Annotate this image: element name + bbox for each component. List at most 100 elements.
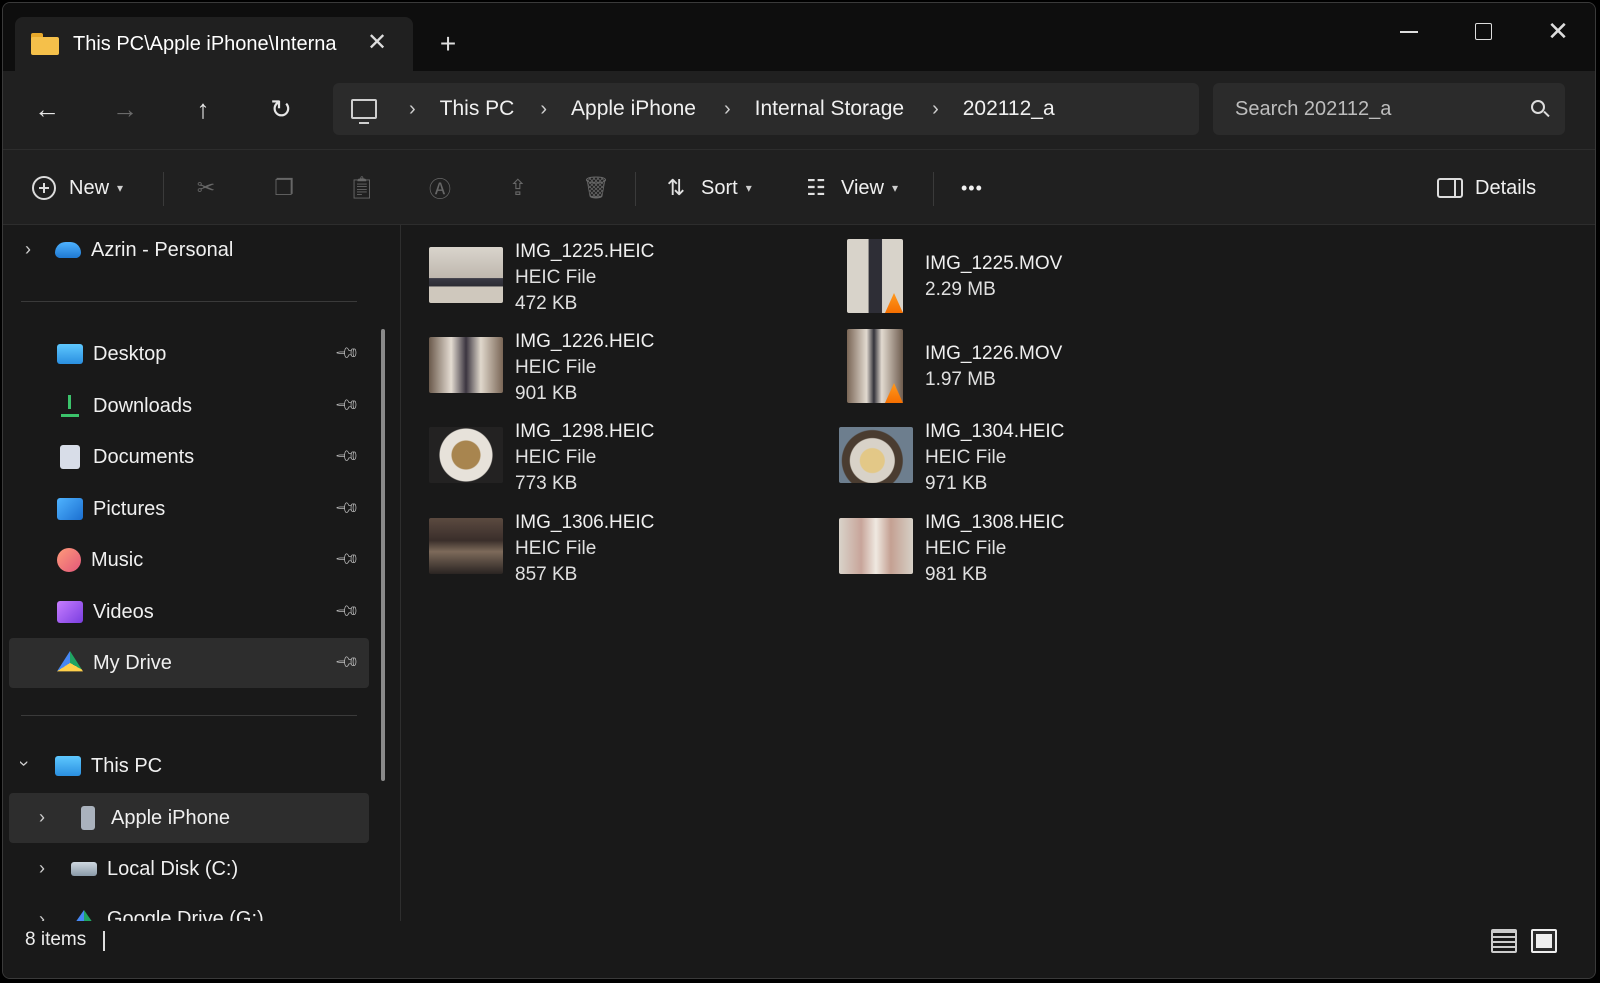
breadcrumb-current-folder[interactable]: 202112_a xyxy=(963,97,1055,121)
separator xyxy=(933,172,934,206)
new-tab-button[interactable]: + xyxy=(433,29,463,59)
list-item[interactable]: IMG_1308.HEIC HEIC File 981 KB xyxy=(839,510,1239,596)
search-input[interactable] xyxy=(1213,83,1513,135)
chevron-right-icon[interactable]: › xyxy=(932,98,939,121)
sidebar-item-google-drive[interactable]: Google Drive (G:) xyxy=(9,896,369,922)
view-button[interactable]: ☷ View ▾ xyxy=(803,168,898,208)
pin-icon[interactable]: 📌︎ xyxy=(333,494,362,523)
pin-icon[interactable]: 📌︎ xyxy=(333,545,362,574)
file-size: 971 KB xyxy=(925,473,988,494)
refresh-button[interactable]: ↻ xyxy=(259,89,303,129)
sidebar-item-desktop[interactable]: Desktop 📌︎ xyxy=(9,329,369,379)
chevron-right-icon[interactable]: › xyxy=(724,98,731,121)
pin-icon[interactable]: 📌︎ xyxy=(333,339,362,368)
chevron-right-icon[interactable]: › xyxy=(540,98,547,121)
sidebar-item-music[interactable]: Music 📌︎ xyxy=(9,535,369,585)
tab-close-icon[interactable]: ✕ xyxy=(363,29,391,57)
rename-button[interactable]: Ⓐ xyxy=(427,168,453,208)
list-item[interactable]: IMG_1306.HEIC HEIC File 857 KB xyxy=(429,510,829,596)
file-name: IMG_1304.HEIC xyxy=(925,421,1065,442)
copy-button[interactable]: ❐ xyxy=(271,168,297,208)
close-window-button[interactable]: ✕ xyxy=(1538,13,1578,49)
share-icon: ⇪ xyxy=(508,175,528,200)
share-button[interactable]: ⇪ xyxy=(505,168,531,208)
breadcrumb-apple-iphone[interactable]: Apple iPhone xyxy=(571,97,696,121)
details-view-icon[interactable] xyxy=(1491,929,1517,953)
forward-button[interactable]: → xyxy=(103,89,147,129)
details-pane-button[interactable]: Details xyxy=(1437,168,1536,208)
separator xyxy=(163,172,164,206)
downloads-icon xyxy=(57,395,83,417)
sidebar-item-pictures[interactable]: Pictures 📌︎ xyxy=(9,484,369,534)
pin-icon[interactable]: 📌︎ xyxy=(333,442,362,471)
file-explorer-window: This PC\Apple iPhone\Interna ✕ + ✕ ← → ↑… xyxy=(2,2,1596,979)
large-icons-view-icon[interactable] xyxy=(1531,929,1557,953)
chevron-down-icon: ▾ xyxy=(745,181,752,195)
pictures-icon xyxy=(57,498,83,520)
title-bar: This PC\Apple iPhone\Interna ✕ + ✕ xyxy=(3,3,1595,71)
tab-title: This PC\Apple iPhone\Interna xyxy=(73,32,337,55)
sidebar-item-videos[interactable]: Videos 📌︎ xyxy=(9,587,369,637)
disk-icon xyxy=(71,862,97,876)
desktop-icon xyxy=(57,344,83,364)
sidebar-item-local-disk[interactable]: Local Disk (C:) xyxy=(9,844,369,894)
rename-icon: Ⓐ xyxy=(428,177,451,202)
file-list[interactable]: IMG_1225.HEIC HEIC File 472 KB IMG_1225.… xyxy=(403,225,1595,921)
computer-icon[interactable] xyxy=(351,99,377,124)
maximize-button[interactable] xyxy=(1463,13,1503,49)
paste-button[interactable]: 📋︎ xyxy=(348,168,376,208)
delete-button[interactable]: 🗑︎ xyxy=(582,168,610,208)
breadcrumb-this-pc[interactable]: This PC xyxy=(440,97,515,121)
divider xyxy=(21,301,357,302)
breadcrumb-internal-storage[interactable]: Internal Storage xyxy=(755,97,904,121)
copy-icon: ❐ xyxy=(274,175,294,200)
cut-button[interactable]: ✂ xyxy=(193,168,219,208)
this-pc-icon xyxy=(55,756,81,776)
more-options-button[interactable]: ••• xyxy=(961,168,983,208)
sort-icon: ⇅ xyxy=(666,175,686,200)
new-button[interactable]: New ▾ xyxy=(31,168,123,208)
sidebar-item-label: Music xyxy=(91,548,144,571)
music-icon xyxy=(57,548,81,572)
list-item[interactable]: IMG_1226.MOV 1.97 MB xyxy=(847,329,1247,415)
file-type: HEIC File xyxy=(515,267,597,288)
file-type: HEIC File xyxy=(925,447,1007,468)
chevron-right-icon[interactable]: › xyxy=(409,98,416,121)
list-item[interactable]: IMG_1225.HEIC HEIC File 472 KB xyxy=(429,239,829,325)
list-item[interactable]: IMG_1226.HEIC HEIC File 901 KB xyxy=(429,329,829,415)
sort-button[interactable]: ⇅ Sort ▾ xyxy=(663,168,752,208)
list-item[interactable]: IMG_1298.HEIC HEIC File 773 KB xyxy=(429,419,829,505)
view-button-label: View xyxy=(841,176,884,199)
chevron-right-icon[interactable]: › xyxy=(39,909,45,921)
search-icon[interactable] xyxy=(1531,100,1545,114)
list-item[interactable]: IMG_1304.HEIC HEIC File 971 KB xyxy=(839,419,1239,505)
sidebar-item-onedrive[interactable]: Azrin - Personal xyxy=(55,225,365,275)
sidebar-item-apple-iphone[interactable]: Apple iPhone xyxy=(9,793,369,843)
chevron-right-icon[interactable]: › xyxy=(39,858,45,879)
pin-icon[interactable]: 📌︎ xyxy=(333,597,362,626)
file-size: 901 KB xyxy=(515,383,578,404)
pin-icon[interactable]: 📌︎ xyxy=(333,648,362,677)
minimize-button[interactable] xyxy=(1389,13,1429,49)
chevron-right-icon[interactable]: › xyxy=(25,239,31,260)
sidebar-item-my-drive[interactable]: My Drive 📌︎ xyxy=(9,638,369,688)
list-item[interactable]: IMG_1225.MOV 2.29 MB xyxy=(847,239,1247,325)
active-tab[interactable]: This PC\Apple iPhone\Interna ✕ xyxy=(15,17,413,71)
sidebar-item-documents[interactable]: Documents 📌︎ xyxy=(9,432,369,482)
sidebar-item-downloads[interactable]: Downloads 📌︎ xyxy=(9,381,369,431)
chevron-right-icon[interactable]: › xyxy=(39,807,45,828)
search-box[interactable] xyxy=(1213,83,1565,135)
breadcrumb[interactable]: › This PC › Apple iPhone › Internal Stor… xyxy=(333,83,1199,135)
chevron-down-icon[interactable]: › xyxy=(14,761,35,767)
item-count: 8 items xyxy=(25,929,87,950)
back-button[interactable]: ← xyxy=(25,89,69,129)
sidebar-scrollbar[interactable] xyxy=(381,329,385,781)
up-button[interactable]: ↑ xyxy=(181,89,225,129)
sidebar-item-this-pc[interactable]: This PC xyxy=(55,741,365,791)
file-name: IMG_1308.HEIC xyxy=(925,512,1065,533)
sidebar-item-label: Azrin - Personal xyxy=(91,238,234,261)
navigation-pane[interactable]: › Azrin - Personal Desktop 📌︎ Downloads … xyxy=(3,225,401,922)
file-type: HEIC File xyxy=(515,447,597,468)
file-size: 2.29 MB xyxy=(925,279,996,300)
pin-icon[interactable]: 📌︎ xyxy=(333,391,362,420)
